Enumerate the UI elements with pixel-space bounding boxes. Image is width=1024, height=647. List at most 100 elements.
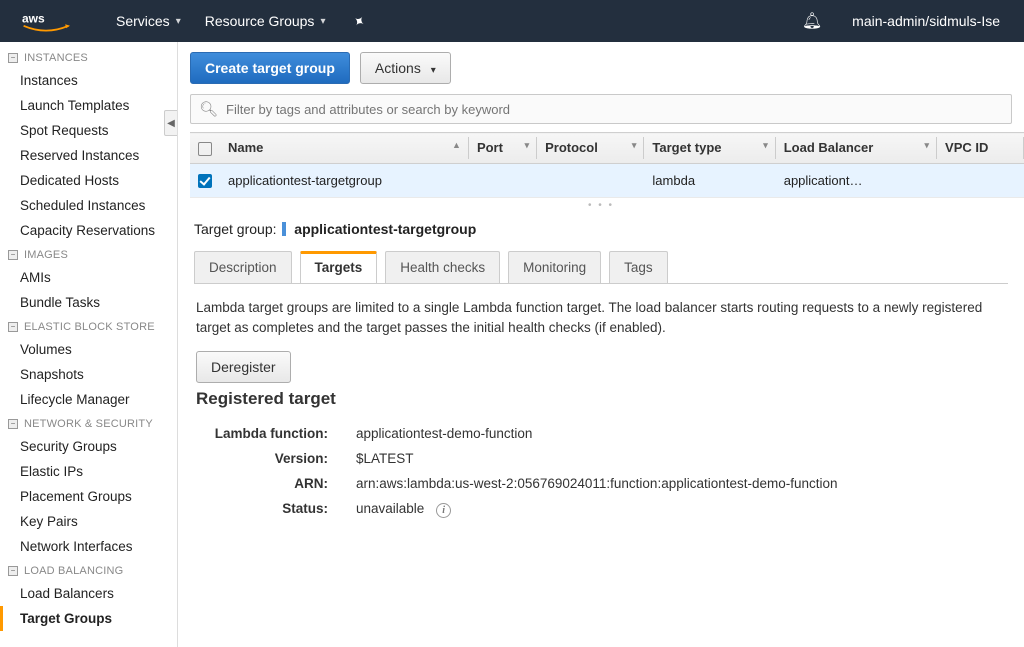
nav-group-label: IMAGES [24, 249, 68, 261]
sidebar-collapse-handle[interactable]: ◀ [164, 110, 178, 136]
cell-lb: applicationt… [776, 163, 937, 198]
info-icon[interactable]: i [436, 503, 451, 518]
search-icon: 🔍︎ [199, 100, 218, 118]
field-arn: ARN: arn:aws:lambda:us-west-2:0567690240… [196, 471, 1006, 496]
field-lambda-function: Lambda function: applicationtest-demo-fu… [196, 421, 1006, 446]
sidebar-item-load-balancers[interactable]: Load Balancers [0, 581, 177, 606]
sidebar-item-dedicated-hosts[interactable]: Dedicated Hosts [0, 168, 177, 193]
nav-group-header[interactable]: −IMAGES [0, 243, 177, 265]
sidebar-item-elastic-ips[interactable]: Elastic IPs [0, 459, 177, 484]
col-load-balancer[interactable]: Load Balancer▾ [776, 133, 937, 164]
label-lambda: Lambda function: [196, 426, 356, 441]
sidebar-item-capacity-reservations[interactable]: Capacity Reservations [0, 218, 177, 243]
pin-icon: ✦ [350, 11, 369, 32]
detail-title-prefix: Target group: [194, 221, 277, 237]
sidebar-item-instances[interactable]: Instances [0, 68, 177, 93]
sidebar-item-scheduled-instances[interactable]: Scheduled Instances [0, 193, 177, 218]
nav-group-header[interactable]: −NETWORK & SECURITY [0, 412, 177, 434]
nav-group-header[interactable]: −ELASTIC BLOCK STORE [0, 315, 177, 337]
cell-vpc [937, 163, 1024, 198]
nav-account[interactable]: main-admin/sidmuls-Ise [840, 0, 1012, 42]
nav-group-header[interactable]: −LOAD BALANCING [0, 559, 177, 581]
tab-monitoring[interactable]: Monitoring [508, 251, 601, 283]
cell-protocol [537, 163, 644, 198]
nav-account-label: main-admin/sidmuls-Ise [852, 13, 1000, 29]
actions-label: Actions [375, 60, 421, 76]
sidebar-item-key-pairs[interactable]: Key Pairs [0, 509, 177, 534]
nav-group-label: LOAD BALANCING [24, 565, 123, 577]
sidebar-item-launch-templates[interactable]: Launch Templates [0, 93, 177, 118]
label-arn: ARN: [196, 476, 356, 491]
chevron-down-icon: ▾ [176, 16, 181, 27]
filter-input[interactable] [226, 102, 1003, 117]
collapse-icon: − [8, 250, 18, 260]
nav-group-header[interactable]: −INSTANCES [0, 46, 177, 68]
nav-resource-groups[interactable]: Resource Groups ▾ [193, 0, 338, 42]
field-status: Status: unavailable i [196, 496, 1006, 523]
tab-body-targets: Lambda target groups are limited to a si… [178, 284, 1024, 537]
sidebar-item-snapshots[interactable]: Snapshots [0, 362, 177, 387]
col-protocol[interactable]: Protocol▾ [537, 133, 644, 164]
sidebar-item-target-groups[interactable]: Target Groups [0, 606, 177, 631]
sidebar-item-volumes[interactable]: Volumes [0, 337, 177, 362]
tab-health-checks[interactable]: Health checks [385, 251, 500, 283]
nav-group-label: NETWORK & SECURITY [24, 418, 153, 430]
sidebar-item-network-interfaces[interactable]: Network Interfaces [0, 534, 177, 559]
sidebar-item-lifecycle-manager[interactable]: Lifecycle Manager [0, 387, 177, 412]
selection-marker-icon [282, 222, 286, 236]
sort-icon: ▾ [763, 140, 768, 151]
detail-header: Target group: applicationtest-targetgrou… [178, 213, 1024, 245]
info-text: Lambda target groups are limited to a si… [196, 298, 1006, 337]
cell-port [469, 163, 537, 198]
col-checkbox[interactable] [190, 133, 220, 164]
value-lambda: applicationtest-demo-function [356, 426, 1006, 441]
svg-text:aws: aws [22, 12, 45, 26]
tab-targets[interactable]: Targets [300, 251, 378, 283]
cell-target-type: lambda [644, 163, 775, 198]
chevron-down-icon: ▾ [320, 16, 325, 27]
sidebar-item-reserved-instances[interactable]: Reserved Instances [0, 143, 177, 168]
col-target-type[interactable]: Target type▾ [644, 133, 775, 164]
target-groups-table: Name▲ Port▾ Protocol▾ Target type▾ Load … [190, 132, 1024, 198]
label-status: Status: [196, 501, 356, 518]
create-target-group-button[interactable]: Create target group [190, 52, 350, 84]
sort-icon: ▾ [632, 140, 637, 151]
detail-tabs: DescriptionTargetsHealth checksMonitorin… [178, 251, 1024, 283]
sidebar: ◀ −INSTANCESInstancesLaunch TemplatesSpo… [0, 42, 178, 647]
collapse-icon: − [8, 419, 18, 429]
nav-pin[interactable]: ✦ [337, 0, 377, 42]
col-port[interactable]: Port▾ [469, 133, 537, 164]
chevron-down-icon: ▾ [431, 65, 436, 76]
sidebar-item-placement-groups[interactable]: Placement Groups [0, 484, 177, 509]
collapse-icon: − [8, 322, 18, 332]
collapse-icon: − [8, 566, 18, 576]
collapse-icon: − [8, 53, 18, 63]
col-vpc-id[interactable]: VPC ID [937, 133, 1024, 164]
tab-tags[interactable]: Tags [609, 251, 668, 283]
nav-services[interactable]: Services ▾ [104, 0, 193, 42]
sidebar-item-amis[interactable]: AMIs [0, 265, 177, 290]
top-nav: aws Services ▾ Resource Groups ▾ ✦ 🔔︎ ma… [0, 0, 1024, 42]
cell-name: applicationtest-targetgroup [220, 163, 469, 198]
deregister-button[interactable]: Deregister [196, 351, 291, 383]
sort-icon: ▾ [925, 140, 930, 151]
tab-description[interactable]: Description [194, 251, 292, 283]
select-all-checkbox[interactable] [198, 142, 212, 156]
filter-bar[interactable]: 🔍︎ [190, 94, 1012, 124]
value-arn: arn:aws:lambda:us-west-2:056769024011:fu… [356, 476, 1006, 491]
toolbar: Create target group Actions ▾ [178, 42, 1024, 94]
sidebar-item-spot-requests[interactable]: Spot Requests [0, 118, 177, 143]
split-grip[interactable]: • • • [178, 198, 1024, 213]
bell-icon[interactable]: 🔔︎ [802, 11, 822, 31]
sidebar-item-security-groups[interactable]: Security Groups [0, 434, 177, 459]
sidebar-item-bundle-tasks[interactable]: Bundle Tasks [0, 290, 177, 315]
row-checkbox[interactable] [198, 174, 212, 188]
nav-group-label: ELASTIC BLOCK STORE [24, 321, 155, 333]
table-row[interactable]: applicationtest-targetgroup lambda appli… [190, 163, 1024, 198]
content-area: Create target group Actions ▾ 🔍︎ Name▲ P… [178, 42, 1024, 647]
actions-button[interactable]: Actions ▾ [360, 52, 451, 84]
sort-asc-icon: ▲ [452, 140, 461, 150]
aws-logo[interactable]: aws [12, 10, 80, 32]
col-name[interactable]: Name▲ [220, 133, 469, 164]
field-version: Version: $LATEST [196, 446, 1006, 471]
